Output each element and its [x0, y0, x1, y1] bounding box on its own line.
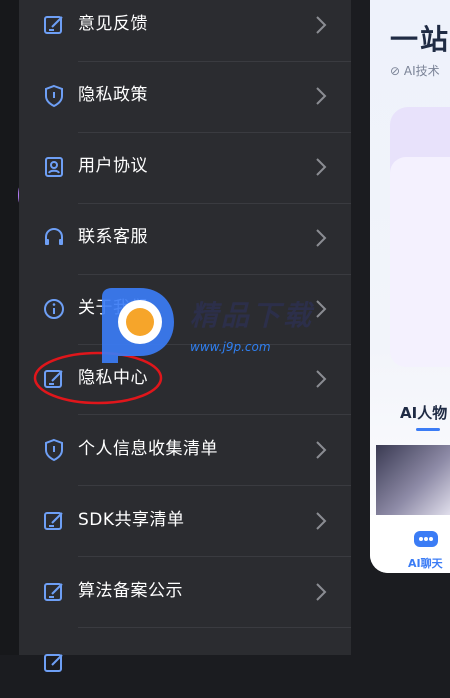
chevron-right-icon — [316, 441, 327, 459]
menu-item-partial[interactable] — [19, 628, 351, 698]
background-strip — [0, 0, 19, 655]
check-circle-icon: ⊘ — [390, 64, 404, 78]
menu-item-label: 意见反馈 — [78, 14, 148, 34]
menu-item-label: 个人信息收集清单 — [78, 439, 218, 459]
menu-item-label: 用户协议 — [78, 156, 148, 176]
menu-item-label: 联系客服 — [78, 227, 148, 247]
panel-title: 一站 — [390, 23, 450, 56]
menu-item-label: 算法备案公示 — [78, 581, 183, 601]
menu-item-privacy-policy[interactable]: 隐私政策 — [19, 61, 351, 131]
section-title[interactable]: AI人物 — [400, 402, 447, 423]
watermark-url: www.j9p.com — [190, 340, 271, 354]
chat-bubble-icon[interactable] — [412, 529, 440, 551]
edit-icon — [44, 583, 63, 601]
chevron-right-icon — [316, 370, 327, 388]
card-inner — [390, 157, 450, 367]
chevron-right-icon — [316, 158, 327, 176]
chevron-right-icon — [316, 583, 327, 601]
shield-icon — [45, 438, 63, 462]
menu-item-personal-info-list[interactable]: 个人信息收集清单 — [19, 415, 351, 485]
headset-icon — [45, 227, 63, 245]
shield-icon — [45, 84, 63, 108]
edit-icon — [44, 16, 63, 34]
character-image[interactable] — [376, 445, 450, 515]
watermark-text: 精品下载 — [190, 299, 315, 332]
chevron-right-icon — [316, 512, 327, 530]
nav-label-chat[interactable]: AI聊天 — [408, 555, 443, 571]
menu-item-algorithm-filing[interactable]: 算法备案公示 — [19, 557, 351, 627]
menu-item-label: 隐私政策 — [78, 85, 148, 105]
user-badge-icon — [45, 157, 63, 177]
watermark-logo — [102, 288, 174, 363]
chevron-right-icon — [316, 16, 327, 34]
menu-item-feedback[interactable]: 意见反馈 — [19, 0, 351, 60]
chevron-right-icon — [316, 87, 327, 105]
edit-icon — [44, 512, 63, 530]
info-icon — [44, 299, 64, 319]
section-underline — [416, 428, 440, 431]
bottom-nav: AI聊天 — [370, 515, 450, 573]
menu-item-user-agreement[interactable]: 用户协议 — [19, 132, 351, 202]
menu-item-sdk-list[interactable]: SDK共享清单 — [19, 486, 351, 556]
feature-card[interactable] — [390, 107, 450, 367]
chevron-right-icon — [316, 300, 327, 318]
menu-item-label: SDK共享清单 — [78, 510, 185, 530]
chevron-right-icon — [316, 229, 327, 247]
menu-item-customer-service[interactable]: 联系客服 — [19, 203, 351, 273]
panel-subtitle: ⊘ AI技术 — [390, 64, 440, 78]
